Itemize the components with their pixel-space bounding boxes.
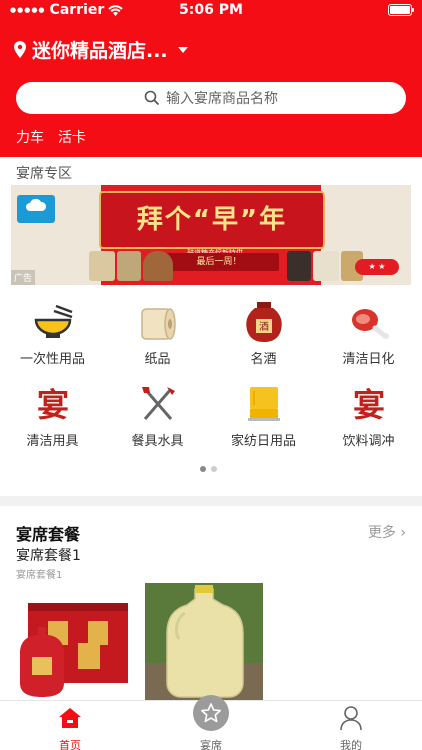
category-item[interactable]: 餐具水具 [105,384,210,449]
oil-jug-image [145,583,263,700]
category-label: 一次性用品 [19,352,85,367]
section-divider [0,496,422,506]
ad-label: 广告 [11,270,36,285]
brand-logo [17,195,55,223]
location-pin-icon [14,41,26,58]
banquet-character-icon: 宴 [36,386,68,424]
banner-headline: 拜个“早”年 [136,205,288,235]
search-icon [144,90,160,106]
header-tab[interactable]: 活卡 [58,127,86,147]
package-subtitle: 宴席套餐1 [16,570,63,581]
banner-section-title: 宴席专区 [16,166,72,182]
search-placeholder: 输入宴席商品名称 [166,91,278,107]
svg-text:宴: 宴 [352,386,384,424]
svg-text:宴: 宴 [36,386,68,424]
more-link[interactable]: 更多 › [368,522,406,542]
status-time: 5:06 PM [179,2,243,18]
category-label: 名酒 [250,352,277,367]
promo-banner[interactable]: 拜个“早”年 鼓道糖产促新特供 最后一周！ ★ ★ 广告 [11,185,411,285]
towel-icon [247,387,280,421]
banquet-fab[interactable] [193,695,229,731]
star-icon [201,703,221,723]
liquor-jar-icon: 酒 [245,302,282,342]
page-indicator [200,466,217,472]
category-item[interactable]: 宴 饮料调冲 [316,384,421,449]
svg-text:酒: 酒 [259,321,269,333]
product-pack-image [313,251,339,281]
package-image-liquor[interactable] [18,583,136,700]
chevron-right-icon: › [400,525,406,541]
category-item[interactable]: 清洁日化 [316,302,421,367]
user-icon [340,706,362,731]
tab-label: 宴席 [200,739,222,750]
category-label: 饮料调冲 [342,434,395,449]
category-item[interactable]: 酒 名酒 [211,302,316,367]
category-label: 家纺日用品 [230,434,296,449]
toilet-roll-icon [140,308,176,340]
page-dot [211,466,217,472]
tab-label: 我的 [340,739,362,750]
category-label: 纸品 [144,352,171,367]
status-bar: ●●●●● Carrier 5:06 PM [0,0,422,22]
package-name: 宴席套餐1 [16,548,81,564]
banner-badge: ★ ★ [355,259,399,275]
header-tab[interactable]: 力车 [16,127,44,147]
more-label: 更多 [367,525,396,541]
caret-down-icon [177,46,188,53]
hotel-selector[interactable]: 迷你精品酒店... [14,36,188,63]
fork-knife-icon [141,387,175,420]
header-tabs: 力车 活卡 [16,127,86,147]
category-item[interactable]: 纸品 [105,302,210,367]
tab-home[interactable]: 首页 [20,705,120,750]
search-input[interactable]: 输入宴席商品名称 [16,82,406,114]
product-pack-image [89,251,115,281]
category-label: 清洁用具 [26,434,79,449]
package-image-oil[interactable] [145,583,263,700]
product-bowl-image [143,251,173,281]
tab-mine[interactable]: 我的 [301,705,401,750]
page-dot-active [200,466,206,472]
liquor-gift-box-image [18,583,136,700]
product-pack-image [117,251,141,281]
battery-icon [388,4,414,16]
category-item[interactable]: 一次性用品 [0,302,105,367]
category-label: 餐具水具 [131,434,184,449]
hotel-name: 迷你精品酒店... [32,40,168,62]
cloud-icon [26,198,47,211]
category-label: 清洁日化 [342,352,395,367]
category-item[interactable]: 宴 清洁用具 [0,384,105,449]
home-icon [59,708,81,728]
bowl-chopsticks-icon [34,304,72,338]
banner-tagline: 最后一周！ [159,253,279,271]
tab-label: 首页 [59,739,81,750]
header: ●●●●● Carrier 5:06 PM 迷你精品酒店... 输入宴席商品名称… [0,0,422,157]
package-section-title: 宴席套餐 [16,525,81,544]
banquet-character-icon: 宴 [352,386,384,424]
category-item[interactable]: 家纺日用品 [211,384,316,449]
product-pack-image [287,251,311,281]
ham-icon [351,309,389,339]
